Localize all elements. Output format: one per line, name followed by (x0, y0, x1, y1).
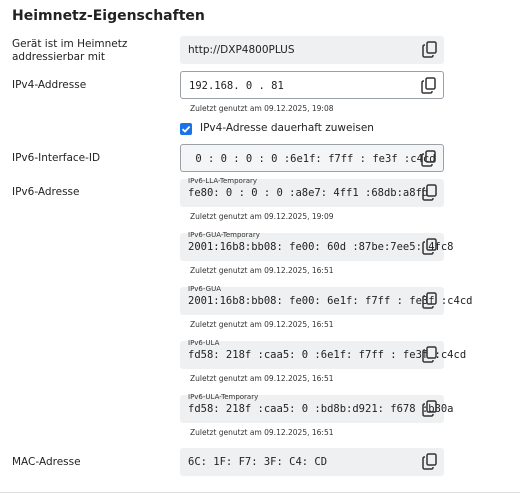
ipv6-value: fe80: 0 : 0 : 0 :a8e7: 4ff1 :68db:a8fd (188, 187, 429, 199)
ipv6-tag: IPv6-ULA-Temporary (188, 393, 259, 401)
copy-icon[interactable] (421, 150, 437, 167)
copy-icon[interactable] (421, 77, 437, 94)
copy-icon[interactable] (422, 41, 438, 58)
ipv6-tag: IPv6-ULA (188, 339, 220, 347)
copy-icon[interactable] (422, 346, 438, 363)
ipv6-interface-label: IPv6-Interface-ID (12, 152, 101, 164)
ipv6-tag: IPv6-GUA (188, 285, 222, 293)
ipv4-value[interactable]: 192.168. 0 . 81 (189, 80, 284, 92)
ipv6-field-gua: IPv6-GUA 2001:16b8:bb08: fe00: 6e1f: f7f… (180, 285, 472, 315)
ipv4-input[interactable]: 192.168. 0 . 81 (180, 71, 444, 99)
ipv6-interface-value[interactable]: 0 : 0 : 0 : 0 :6e1f: f7ff : fe3f :c4cd (189, 153, 435, 165)
ipv6-field-ula: IPv6-ULA fd58: 218f :caa5: 0 :6e1f: f7ff… (180, 339, 466, 369)
ipv6-last-used: Zuletzt genutzt am 09.12.2025, 16:51 (190, 428, 334, 437)
address-value: http://DXP4800PLUS (188, 44, 295, 56)
ipv6-value: 2001:16b8:bb08: fe00: 60d :87be:7ee5: 4f… (188, 241, 454, 253)
ipv4-permanent-label[interactable]: IPv4-Adresse dauerhaft zuweisen (200, 122, 374, 134)
ipv4-label: IPv4-Addresse (12, 79, 87, 91)
ipv6-field-gua-temporary: IPv6-GUA-Temporary 2001:16b8:bb08: fe00:… (180, 231, 454, 261)
ipv6-last-used: Zuletzt genutzt am 09.12.2025, 19:09 (190, 212, 334, 221)
address-label: Gerät ist im Heimnetz addressierbar mit (12, 38, 128, 63)
copy-icon[interactable] (422, 238, 438, 255)
copy-icon[interactable] (422, 184, 438, 201)
mac-label: MAC-Adresse (12, 456, 81, 468)
ipv6-tag: IPv6-LLA-Temporary (188, 177, 258, 185)
ipv6-last-used: Zuletzt genutzt am 09.12.2025, 16:51 (190, 374, 334, 383)
ipv6-last-used: Zuletzt genutzt am 09.12.2025, 16:51 (190, 266, 334, 275)
mac-value: 6C: 1F: F7: 3F: C4: CD (188, 456, 328, 468)
bottom-divider (0, 492, 520, 493)
copy-icon[interactable] (422, 400, 438, 417)
ipv4-permanent-checkbox[interactable] (180, 123, 192, 135)
page-title: Heimnetz-Eigenschaften (12, 8, 205, 24)
copy-icon[interactable] (422, 453, 438, 470)
ipv6-value: fd58: 218f :caa5: 0 :bd8b:d921: f678 :b8… (188, 403, 454, 415)
ipv6-field-ula-temporary: IPv6-ULA-Temporary fd58: 218f :caa5: 0 :… (180, 393, 454, 423)
address-field: http://DXP4800PLUS (180, 36, 444, 64)
ipv6-tag: IPv6-GUA-Temporary (188, 231, 260, 239)
ipv4-last-used: Zuletzt genutzt am 09.12.2025, 19:08 (190, 104, 334, 113)
mac-field: 6C: 1F: F7: 3F: C4: CD (180, 448, 444, 476)
checkmark-icon (181, 125, 191, 133)
ipv6-field-lla-temporary: IPv6-LLA-Temporary fe80: 0 : 0 : 0 :a8e7… (180, 177, 444, 207)
ipv6-interface-input[interactable]: 0 : 0 : 0 : 0 :6e1f: f7ff : fe3f :c4cd (180, 144, 444, 172)
copy-icon[interactable] (422, 292, 438, 309)
ipv6-last-used: Zuletzt genutzt am 09.12.2025, 16:51 (190, 320, 334, 329)
ipv6-label: IPv6-Adresse (12, 186, 80, 198)
